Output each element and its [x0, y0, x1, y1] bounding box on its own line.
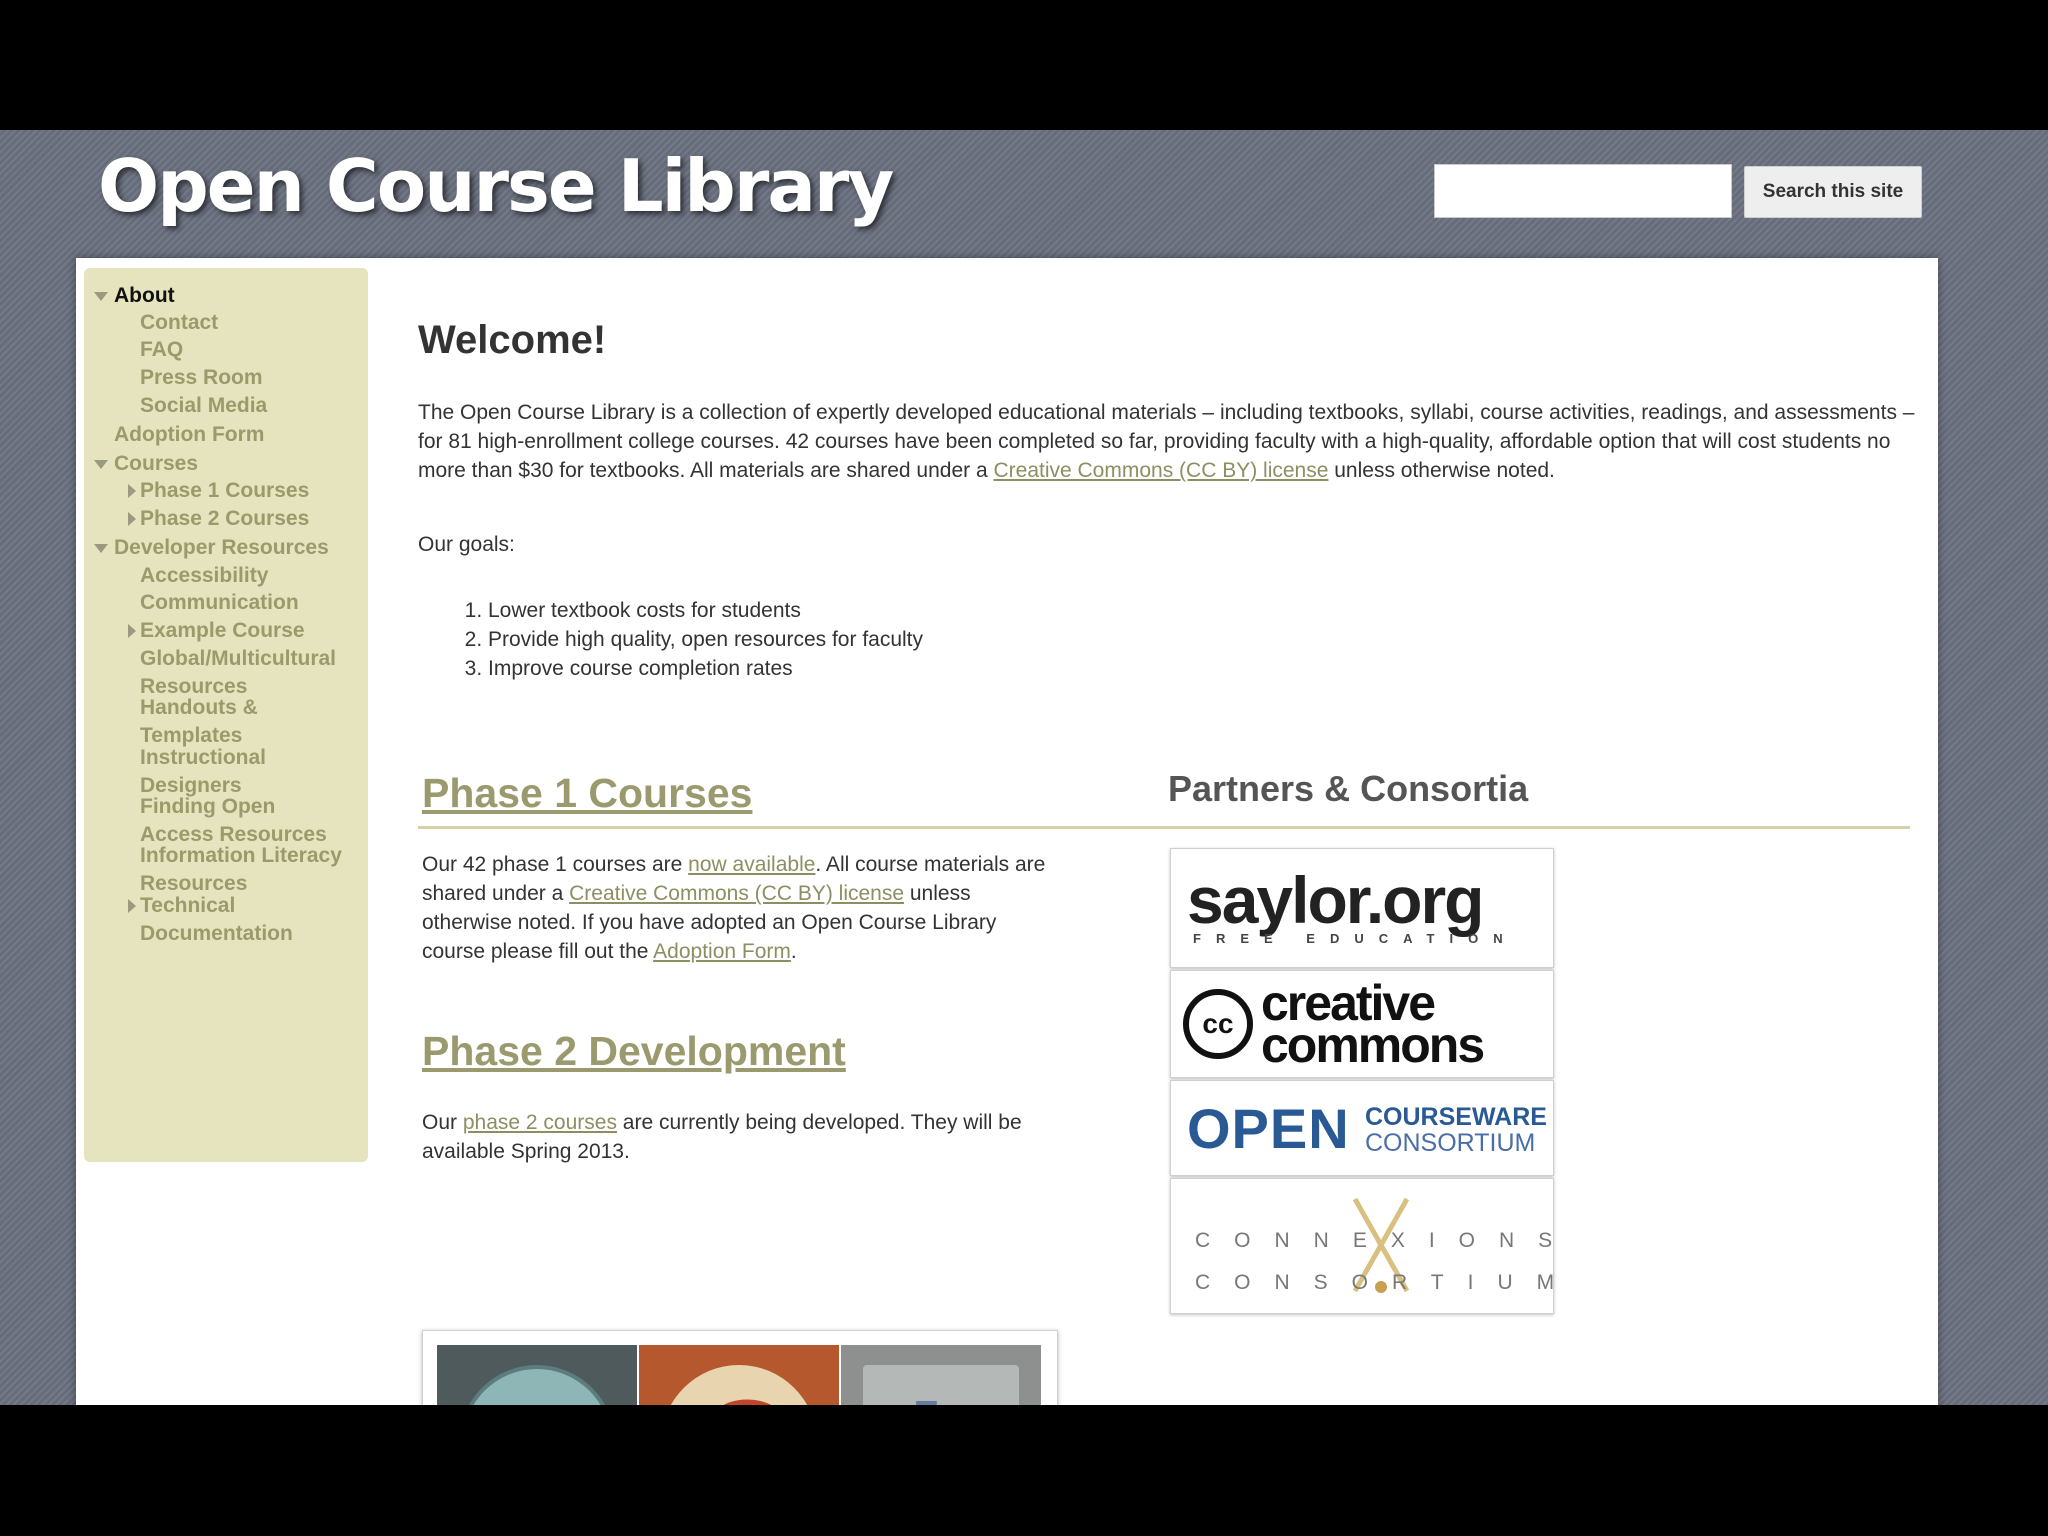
nav-communication[interactable]: Communication [140, 589, 360, 617]
expanded-triangle-icon[interactable] [94, 292, 108, 301]
partners-heading: Partners & Consortia [1168, 768, 1529, 809]
phase-2-courses-link[interactable]: phase 2 courses [463, 1111, 617, 1134]
ocw-logo-open: OPEN [1187, 1097, 1350, 1160]
expanded-triangle-icon[interactable] [94, 544, 108, 553]
nav-adoption-form[interactable]: Adoption Form [114, 421, 334, 449]
goal-item: Provide high quality, open resources for… [488, 625, 923, 654]
open-courseware-logo-link[interactable]: OPEN COURSEWARE CONSORTIUM [1170, 1080, 1554, 1176]
collapsed-triangle-icon[interactable] [128, 484, 136, 498]
site-title[interactable]: Open Course Library [98, 144, 894, 228]
ocw-logo-courseware: COURSEWARE [1365, 1103, 1547, 1131]
goal-item: Lower textbook costs for students [488, 596, 923, 625]
saylor-logo-subtext: FREE EDUCATION [1193, 931, 1518, 946]
saylor-logo-link[interactable]: saylor.org FREE EDUCATION [1170, 848, 1554, 968]
search-input[interactable] [1434, 164, 1732, 218]
nav-instructional-designers[interactable]: Instructional Designers [140, 744, 310, 800]
intro-paragraph: The Open Course Library is a collection … [418, 401, 1915, 482]
cc-license-link[interactable]: Creative Commons (CC BY) license [993, 459, 1328, 482]
browser-viewport: Open Course Library Search this site Abo… [0, 130, 2048, 1405]
nav-phase-2-courses[interactable]: Phase 2 Courses [140, 505, 360, 533]
nav-contact[interactable]: Contact [140, 309, 360, 337]
letter-tile-l: L [841, 1345, 1041, 1405]
page-container: About Contact FAQ Press Room Social Medi… [76, 258, 1938, 1405]
nav-information-literacy-resources[interactable]: Information Literacy Resources [140, 842, 360, 898]
letter-tile-c: C [639, 1345, 839, 1405]
phase-1-courses-heading-link[interactable]: Phase 1 Courses [422, 770, 752, 817]
connexions-logo-line1: CONNEXIONS [1195, 1229, 1554, 1252]
phase-2-paragraph: Our phase 2 courses are currently being … [422, 1111, 1022, 1163]
collapsed-triangle-icon[interactable] [128, 899, 136, 913]
now-available-link[interactable]: now available [688, 853, 815, 876]
letter-c: C [661, 1365, 817, 1405]
saylor-logo-text: saylor.org [1187, 863, 1484, 937]
nav-about[interactable]: About [114, 282, 334, 310]
nav-handouts-templates[interactable]: Handouts & Templates [140, 694, 290, 750]
nav-developer-resources[interactable]: Developer Resources [114, 534, 364, 562]
cc-icon: cc [1183, 989, 1253, 1059]
cc-logo-text-commons: commons [1261, 1017, 1485, 1073]
nav-global-multicultural-resources[interactable]: Global/Multicultural Resources [140, 645, 360, 701]
divider [418, 826, 1910, 829]
adoption-form-link[interactable]: Adoption Form [653, 940, 791, 963]
nav-example-course[interactable]: Example Course [140, 617, 360, 645]
nav-finding-open-access-resources[interactable]: Finding Open Access Resources [140, 793, 350, 849]
nav-phase-1-courses[interactable]: Phase 1 Courses [140, 477, 360, 505]
phase-2-development-heading-link[interactable]: Phase 2 Development [422, 1028, 846, 1075]
goals-list: Lower textbook costs for students Provid… [418, 596, 923, 683]
letter-o: O [459, 1365, 615, 1405]
ocw-logo-consortium: CONSORTIUM [1365, 1129, 1536, 1157]
search-button[interactable]: Search this site [1744, 166, 1922, 218]
collapsed-triangle-icon[interactable] [128, 624, 136, 638]
expanded-triangle-icon[interactable] [94, 460, 108, 469]
nav-technical-documentation[interactable]: Technical Documentation [140, 892, 310, 948]
connexions-logo-link[interactable]: CONNEXIONS CONSORTIUM [1170, 1178, 1554, 1314]
ocl-letters-image: O C L [422, 1330, 1058, 1405]
nav-faq[interactable]: FAQ [140, 336, 360, 364]
letter-tile-o: O [437, 1345, 637, 1405]
collapsed-triangle-icon[interactable] [128, 512, 136, 526]
nav-social-media[interactable]: Social Media [140, 392, 360, 420]
goals-label: Our goals: [418, 533, 515, 556]
sidebar-nav: About Contact FAQ Press Room Social Medi… [84, 268, 368, 1162]
cc-license-link[interactable]: Creative Commons (CC BY) license [569, 882, 904, 905]
nav-courses[interactable]: Courses [114, 450, 334, 478]
welcome-heading: Welcome! [418, 318, 607, 362]
nav-press-room[interactable]: Press Room [140, 364, 360, 392]
letter-l: L [863, 1365, 1019, 1405]
phase-1-paragraph: Our 42 phase 1 courses are now available… [422, 853, 1046, 963]
connexions-logo-line2: CONSORTIUM [1195, 1271, 1554, 1294]
goal-item: Improve course completion rates [488, 654, 923, 683]
nav-accessibility[interactable]: Accessibility [140, 562, 360, 590]
creative-commons-logo-link[interactable]: cc creative commons [1170, 970, 1554, 1078]
